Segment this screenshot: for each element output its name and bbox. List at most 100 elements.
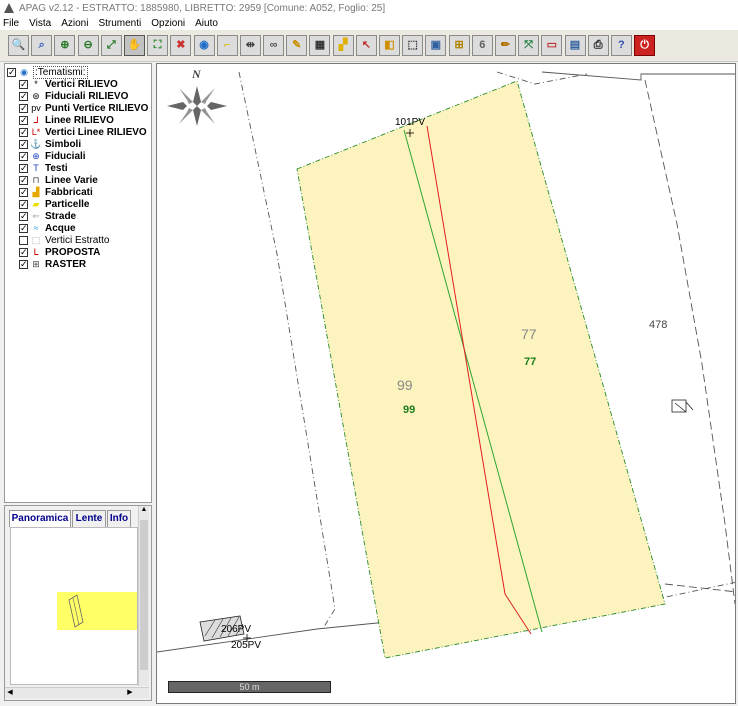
overview-horizontal-scrollbar[interactable]: ◀ ▶ xyxy=(5,687,149,698)
layer-checkbox[interactable] xyxy=(19,258,28,270)
layer-icon: ⇐ xyxy=(32,211,40,221)
toolbar-button-link[interactable]: ∞ xyxy=(263,35,285,56)
toolbar-button-zoom-window[interactable]: ⌕ xyxy=(31,35,53,56)
layer-item[interactable]: ⇐ Strade xyxy=(19,210,76,222)
print-icon: ⎙ xyxy=(593,39,603,51)
toolbar-button-select[interactable]: ⬚ xyxy=(402,35,424,56)
toolbar-button-zoom-search[interactable]: 🔍 xyxy=(8,35,29,56)
layer-checkbox[interactable] xyxy=(19,90,28,102)
scroll-left-icon[interactable]: ◀ xyxy=(5,688,15,698)
layer-item[interactable]: ▰ Particelle xyxy=(19,198,89,210)
layer-checkbox[interactable] xyxy=(19,78,28,90)
toolbar-button-zoom-in[interactable]: ⊕ xyxy=(54,35,76,56)
layer-item[interactable]: pv Punti Vertice RILIEVO xyxy=(19,102,148,114)
toolbar-button-pointer[interactable]: ↖ xyxy=(355,35,377,56)
tab-info[interactable]: Info xyxy=(107,510,131,527)
layer-item[interactable]: ᒪ PROPOSTA xyxy=(19,246,100,258)
toolbar-button-layer[interactable]: ◧ xyxy=(379,35,400,56)
overview-vertical-scrollbar[interactable]: ▲ xyxy=(138,506,149,686)
menu-opzioni[interactable]: Opzioni xyxy=(151,18,185,29)
scroll-up-icon[interactable]: ▲ xyxy=(139,506,149,516)
layer-item[interactable]: ᒧ Linee RILIEVO xyxy=(19,114,114,126)
toolbar-button-print[interactable]: ⎙ xyxy=(587,35,609,56)
layer-label: PROPOSTA xyxy=(45,246,101,258)
toolbar-button-globe[interactable]: ◉ xyxy=(193,35,215,56)
toolbar-button-help[interactable]: ? xyxy=(610,35,632,56)
toolbar-button-grid[interactable]: ▦ xyxy=(309,35,331,56)
tab-panoramica[interactable]: Panoramica xyxy=(9,510,71,527)
layer-checkbox[interactable] xyxy=(19,246,28,258)
layer-label: Vertici RILIEVO xyxy=(45,78,118,90)
map-canvas[interactable]: N 101PV 99 99 77 77 478 206PV 205PV 50 m xyxy=(156,63,736,704)
menu-strumenti[interactable]: Strumenti xyxy=(98,18,141,29)
layer-checkbox[interactable] xyxy=(19,198,28,210)
layer-label: Vertici Linee RILIEVO xyxy=(45,126,147,138)
toolbar-button-pan-hand[interactable]: ✋ xyxy=(123,35,145,56)
layer-checkbox[interactable] xyxy=(19,162,28,174)
measure-icon: ⇹ xyxy=(245,39,255,51)
toolbar-button-power[interactable]: ⏻ xyxy=(634,35,656,56)
layer-checkbox[interactable] xyxy=(19,150,28,162)
layer-item[interactable]: ⊓ Linee Varie xyxy=(19,174,98,186)
layer-checkbox[interactable] xyxy=(19,102,28,114)
layer-item[interactable]: T Testi xyxy=(19,162,68,174)
count-icon: 6 xyxy=(479,39,486,51)
layer-label: Strade xyxy=(45,210,77,222)
toolbar-button-zoom-center[interactable]: ✖ xyxy=(170,35,192,56)
layer-checkbox[interactable] xyxy=(19,138,28,150)
toolbar-button-zoom-fit[interactable]: ⛶ xyxy=(147,35,169,56)
menu-azioni[interactable]: Azioni xyxy=(61,18,88,29)
layer-checkbox[interactable] xyxy=(19,210,28,222)
layer-icon: ⬚ xyxy=(31,235,41,245)
point-label-206pv: 206PV xyxy=(221,624,252,635)
layer-checkbox[interactable] xyxy=(19,174,28,186)
layer-tree-root[interactable]: ◉ :Tematismi: xyxy=(7,65,88,79)
layer-item[interactable]: ⊞ RASTER xyxy=(19,258,86,270)
layer-tree-panel: ◉ :Tematismi: * Vertici RILIEVO ⊛ Fiduciali… xyxy=(4,63,152,503)
toolbar-button-angle[interactable]: ⌐ xyxy=(216,35,238,56)
layer-label: Linee RILIEVO xyxy=(45,114,114,126)
layer-checkbox[interactable] xyxy=(19,126,28,138)
menu-file[interactable]: File xyxy=(3,18,19,29)
toolbar-button-disk[interactable]: ▤ xyxy=(564,35,586,56)
menu-vista[interactable]: Vista xyxy=(29,18,51,29)
layer-checkbox[interactable] xyxy=(19,186,28,198)
layer-item[interactable]: ⬚ Vertici Estratto xyxy=(19,234,109,246)
zoom-out-icon: ⊖ xyxy=(83,39,93,51)
toolbar-button-zoom-out[interactable]: ⊖ xyxy=(77,35,99,56)
layer-checkbox[interactable] xyxy=(19,222,28,234)
layer-item[interactable]: L* Vertici Linee RILIEVO xyxy=(19,126,147,138)
title-bar: APAG v2.12 - ESTRATTO: 1885980, LIBRETTO… xyxy=(0,0,738,16)
overview-map[interactable] xyxy=(10,527,138,685)
power-icon: ⏻ xyxy=(640,39,649,51)
tab-lente[interactable]: Lente xyxy=(72,510,106,527)
north-label: N xyxy=(192,67,201,81)
toolbar-button-edit[interactable]: ✎ xyxy=(286,35,308,56)
layer-label: Punti Vertice RILIEVO xyxy=(45,102,149,114)
layer-checkbox[interactable] xyxy=(19,235,28,245)
layer-item[interactable]: ≈ Acque xyxy=(19,222,76,234)
layer-icon: ≈ xyxy=(33,223,39,233)
layer-item[interactable]: ⊕ Fiduciali xyxy=(19,150,86,162)
window-icon: ▭ xyxy=(546,39,558,51)
layer-item[interactable]: ▟ Fabbricati xyxy=(19,186,93,198)
scroll-right-icon[interactable]: ▶ xyxy=(125,688,135,698)
toolbar-button-transform[interactable]: ⤧ xyxy=(518,35,540,56)
toolbar-button-window[interactable]: ▭ xyxy=(541,35,563,56)
menu-aiuto[interactable]: Aiuto xyxy=(195,18,218,29)
toolbar-button-zoom-extent[interactable]: ⤢ xyxy=(100,35,122,56)
toolbar-button-pencil[interactable]: ✏ xyxy=(494,35,516,56)
toolbar-button-fill[interactable]: ▞ xyxy=(332,35,354,56)
scale-bar: 50 m xyxy=(168,681,331,693)
layer-item[interactable]: * Vertici RILIEVO xyxy=(19,78,118,90)
parcel-polygon[interactable] xyxy=(296,80,666,659)
layer-item[interactable]: ⚓Simboli xyxy=(19,138,81,150)
toolbar-button-save[interactable]: ▣ xyxy=(425,35,447,56)
layer-checkbox[interactable] xyxy=(19,114,28,126)
toolbar-button-measure[interactable]: ⇹ xyxy=(239,35,261,56)
scroll-thumb[interactable] xyxy=(140,520,148,670)
layer-item[interactable]: ⊛ Fiduciali RILIEVO xyxy=(19,90,128,102)
toolbar-button-count[interactable]: 6 xyxy=(471,35,493,56)
toolbar-button-ruler[interactable]: ⊞ xyxy=(448,35,470,56)
root-checkbox[interactable] xyxy=(7,66,16,78)
